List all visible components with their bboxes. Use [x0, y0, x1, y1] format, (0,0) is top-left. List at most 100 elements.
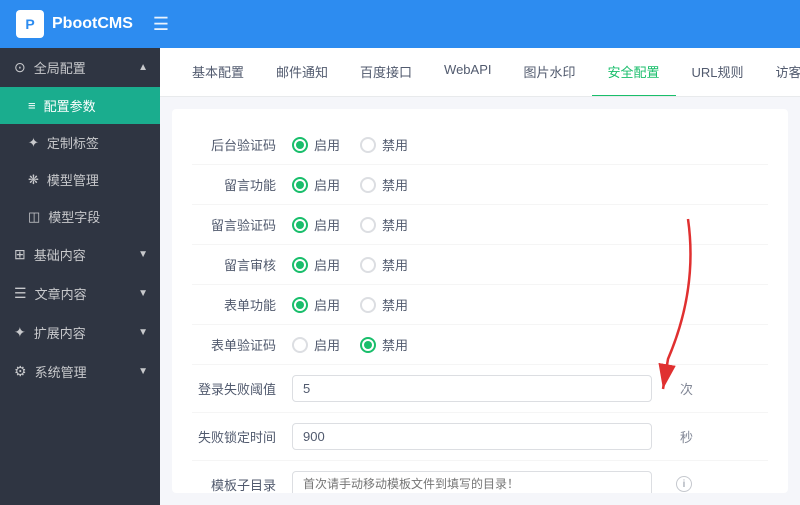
radio-comment-function-enable[interactable]: 启用 [292, 175, 340, 194]
input-template-dir[interactable] [292, 471, 652, 493]
tab-visitor[interactable]: 访客信息 [760, 48, 800, 97]
label-lock-time: 失败锁定时间 [192, 427, 292, 446]
radio-circle [360, 337, 376, 353]
radio-label: 启用 [314, 215, 340, 234]
form-row-backend-captcha: 后台验证码 启用 禁用 [192, 125, 768, 165]
tab-bar: 基本配置 邮件通知 百度接口 WebAPI 图片水印 安全配置 URL规则 访客… [160, 48, 800, 97]
radio-backend-captcha-enable[interactable]: 启用 [292, 135, 340, 154]
arrow-icon: ▼ [138, 327, 148, 338]
info-icon[interactable]: i [676, 476, 692, 492]
radio-circle [292, 177, 308, 193]
tab-email[interactable]: 邮件通知 [260, 48, 344, 97]
sidebar-group-label: 基础内容 [34, 245, 86, 264]
radio-label: 启用 [314, 295, 340, 314]
content-area: 后台验证码 启用 禁用 留言功能 [172, 109, 788, 493]
controls-form-captcha: 启用 禁用 [292, 335, 408, 354]
radio-label: 禁用 [382, 295, 408, 314]
radio-circle [292, 137, 308, 153]
sidebar-group-label: 全局配置 [34, 58, 86, 77]
radio-circle [292, 297, 308, 313]
controls-comment-function: 启用 禁用 [292, 175, 408, 194]
form-row-comment-captcha: 留言验证码 启用 禁用 [192, 205, 768, 245]
controls-comment-audit: 启用 禁用 [292, 255, 408, 274]
form-row-comment-function: 留言功能 启用 禁用 [192, 165, 768, 205]
radio-comment-audit-disable[interactable]: 禁用 [360, 255, 408, 274]
radio-comment-function-disable[interactable]: 禁用 [360, 175, 408, 194]
radio-comment-captcha-enable[interactable]: 启用 [292, 215, 340, 234]
logo: P PbootCMS [16, 10, 133, 38]
logo-icon: P [16, 10, 44, 38]
form-row-lock-time: 失败锁定时间 秒 [192, 413, 768, 461]
radio-circle [360, 177, 376, 193]
header: P PbootCMS ☰ [0, 0, 800, 48]
sidebar-group-basic-content[interactable]: ⊞ 基础内容 ▼ [0, 235, 160, 274]
sidebar-item-label: 模型管理 [47, 170, 99, 189]
radio-label: 启用 [314, 335, 340, 354]
system-manage-icon: ⚙ [14, 363, 27, 380]
radio-circle [292, 217, 308, 233]
custom-tags-icon: ✦ [28, 135, 39, 151]
radio-circle [360, 297, 376, 313]
sidebar-item-template-fields[interactable]: ◫ 模型字段 [0, 198, 160, 235]
sidebar-item-template-manage[interactable]: ❋ 模型管理 [0, 161, 160, 198]
form-row-form-function: 表单功能 启用 禁用 [192, 285, 768, 325]
radio-label: 启用 [314, 175, 340, 194]
radio-circle [292, 337, 308, 353]
radio-label: 禁用 [382, 175, 408, 194]
sidebar-group-system-manage[interactable]: ⚙ 系统管理 ▼ [0, 352, 160, 391]
arrow-icon: ▼ [138, 288, 148, 299]
label-backend-captcha: 后台验证码 [192, 135, 292, 154]
sidebar-item-label: 定制标签 [47, 133, 99, 152]
radio-label: 启用 [314, 135, 340, 154]
unit-login-fail: 次 [680, 379, 693, 398]
template-manage-icon: ❋ [28, 172, 39, 188]
form-row-template-dir: 模板子目录 i [192, 461, 768, 493]
config-params-icon: ≡ [28, 98, 36, 113]
template-fields-icon: ◫ [28, 209, 40, 225]
radio-form-captcha-enable[interactable]: 启用 [292, 335, 340, 354]
radio-comment-captcha-disable[interactable]: 禁用 [360, 215, 408, 234]
main-content: 基本配置 邮件通知 百度接口 WebAPI 图片水印 安全配置 URL规则 访客… [160, 48, 800, 505]
menu-toggle-button[interactable]: ☰ [153, 14, 169, 35]
controls-login-fail: 次 [292, 375, 693, 402]
radio-form-function-enable[interactable]: 启用 [292, 295, 340, 314]
extend-content-icon: ✦ [14, 324, 26, 341]
arrow-icon: ▼ [138, 366, 148, 377]
sidebar-item-config-params[interactable]: ≡ 配置参数 [0, 87, 160, 124]
radio-label: 启用 [314, 255, 340, 274]
tab-url[interactable]: URL规则 [676, 48, 760, 97]
controls-form-function: 启用 禁用 [292, 295, 408, 314]
radio-circle [360, 257, 376, 273]
form-row-comment-audit: 留言审核 启用 禁用 [192, 245, 768, 285]
tab-basic[interactable]: 基本配置 [176, 48, 260, 97]
radio-form-function-disable[interactable]: 禁用 [360, 295, 408, 314]
controls-lock-time: 秒 [292, 423, 693, 450]
radio-backend-captcha-disable[interactable]: 禁用 [360, 135, 408, 154]
form-row-login-fail: 登录失败阈值 次 [192, 365, 768, 413]
logo-text: PbootCMS [52, 15, 133, 33]
tab-security[interactable]: 安全配置 [592, 48, 676, 97]
tab-webapi[interactable]: WebAPI [428, 48, 507, 97]
radio-form-captcha-disable[interactable]: 禁用 [360, 335, 408, 354]
sidebar-group-label: 文章内容 [35, 284, 87, 303]
radio-label: 禁用 [382, 335, 408, 354]
label-template-dir: 模板子目录 [192, 475, 292, 494]
sidebar-item-label: 配置参数 [44, 96, 96, 115]
radio-label: 禁用 [382, 255, 408, 274]
radio-comment-audit-enable[interactable]: 启用 [292, 255, 340, 274]
global-config-icon: ⊙ [14, 59, 26, 76]
tab-watermark[interactable]: 图片水印 [508, 48, 592, 97]
form-row-form-captcha: 表单验证码 启用 禁用 [192, 325, 768, 365]
sidebar-item-custom-tags[interactable]: ✦ 定制标签 [0, 124, 160, 161]
sidebar: ⊙ 全局配置 ▲ ≡ 配置参数 ✦ 定制标签 ❋ 模型管理 ◫ 模型字段 ⊞ 基… [0, 48, 160, 505]
tab-baidu[interactable]: 百度接口 [344, 48, 428, 97]
label-form-function: 表单功能 [192, 295, 292, 314]
unit-lock-time: 秒 [680, 427, 693, 446]
sidebar-group-extend-content[interactable]: ✦ 扩展内容 ▼ [0, 313, 160, 352]
input-lock-time[interactable] [292, 423, 652, 450]
radio-circle [360, 217, 376, 233]
sidebar-group-article-content[interactable]: ☰ 文章内容 ▼ [0, 274, 160, 313]
sidebar-group-global-config[interactable]: ⊙ 全局配置 ▲ [0, 48, 160, 87]
arrow-icon: ▲ [138, 62, 148, 73]
input-login-fail[interactable] [292, 375, 652, 402]
